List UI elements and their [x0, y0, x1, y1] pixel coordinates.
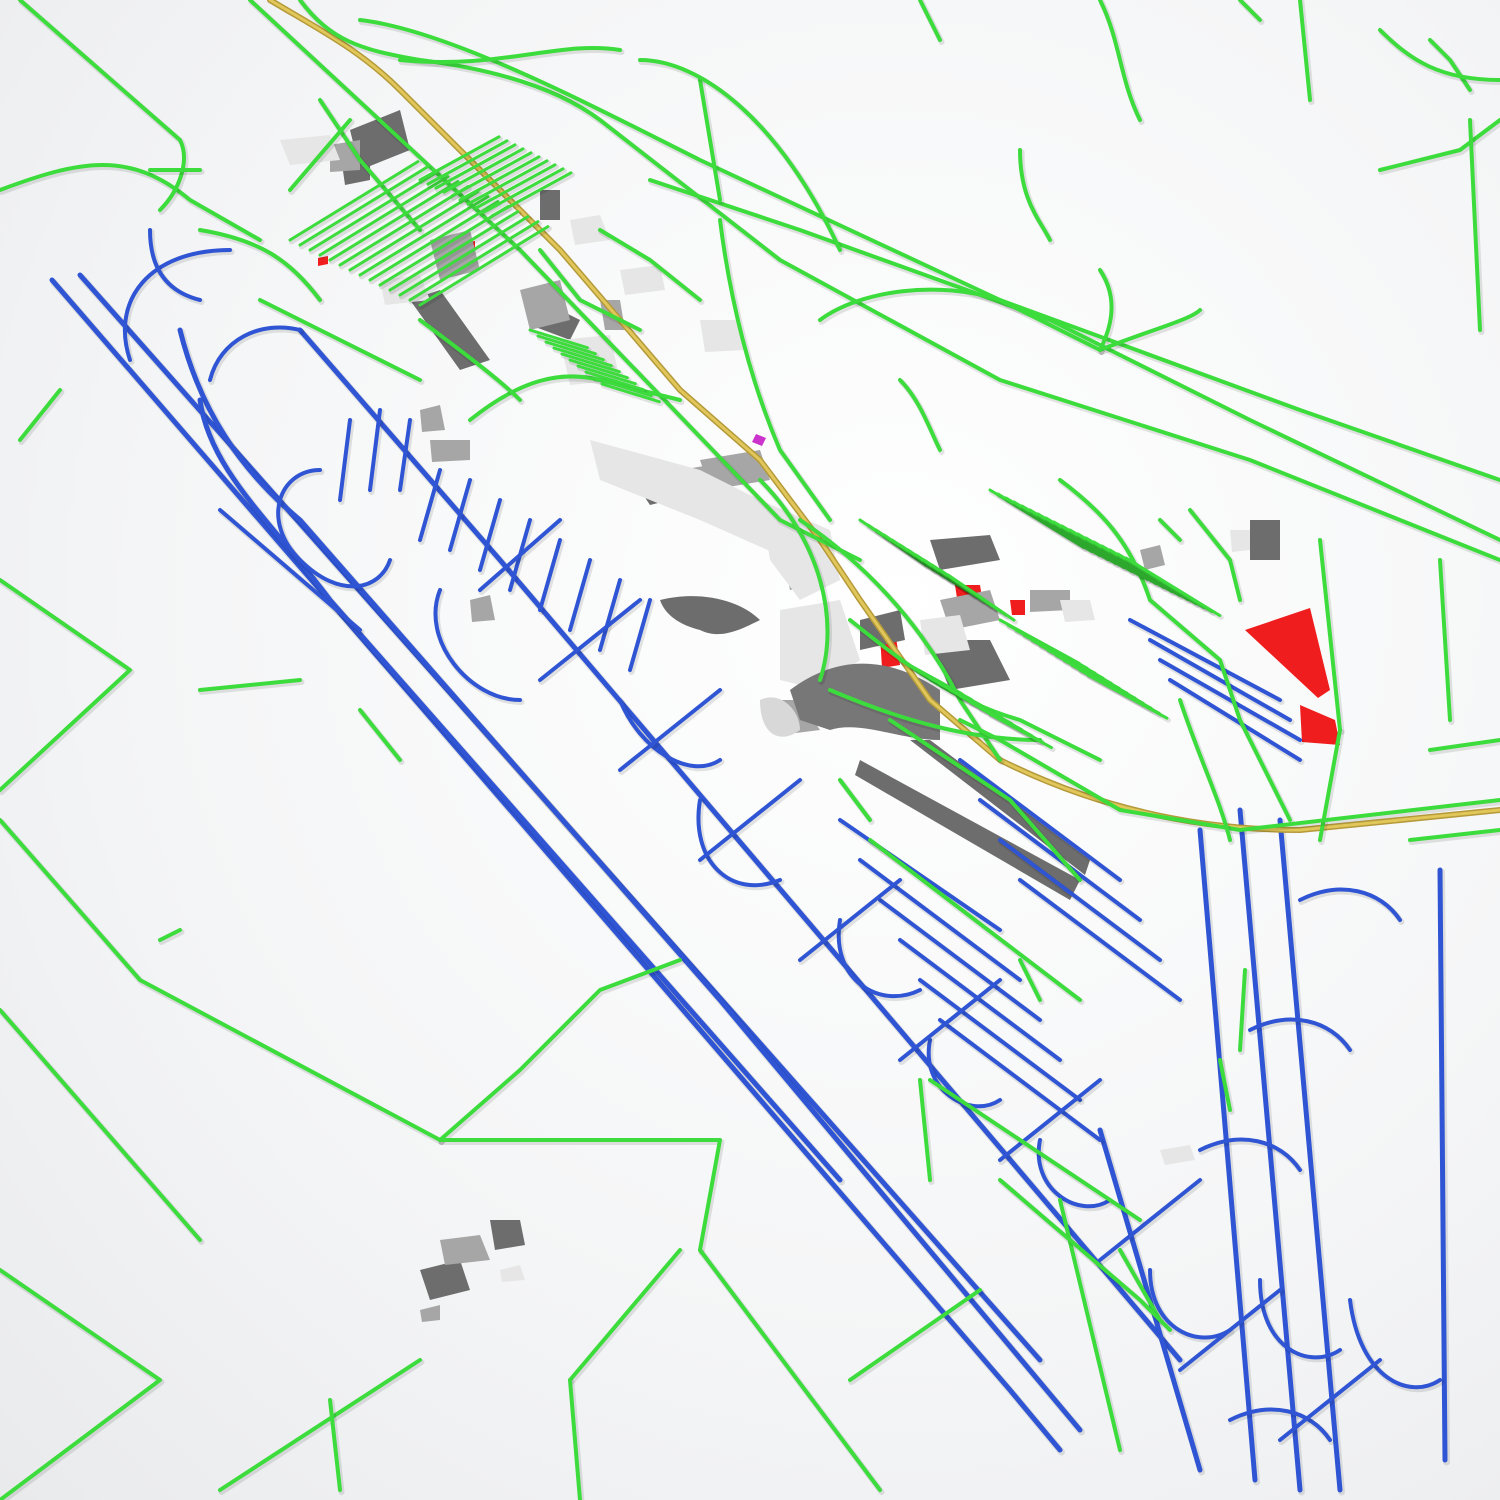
building-mid — [420, 405, 445, 432]
road-shadow — [298, 0, 1500, 565]
taxiway — [836, 918, 922, 999]
road — [698, 1248, 882, 1492]
taxiway — [858, 858, 1022, 982]
taxiway-shadow — [998, 1079, 1105, 1165]
map-canvas — [0, 0, 1500, 1500]
taxiway — [568, 558, 592, 632]
road — [0, 818, 442, 1142]
building-dark — [930, 535, 1000, 570]
road — [218, 1358, 422, 1492]
road — [1378, 28, 1500, 82]
taxiway-shadow — [208, 326, 305, 385]
taxiway-shadow — [798, 879, 905, 965]
building-light — [500, 1265, 525, 1282]
road — [1238, 0, 1262, 22]
airport-3d-map — [0, 0, 1500, 1500]
road — [0, 578, 132, 792]
road — [0, 1268, 162, 1500]
road-shadow — [218, 1359, 425, 1495]
taxiway — [598, 578, 622, 652]
building-dark — [410, 290, 490, 370]
road — [638, 58, 842, 252]
road — [438, 1138, 722, 1252]
taxiway — [998, 1078, 1102, 1162]
road — [568, 1248, 682, 1382]
highlight-area — [1245, 608, 1330, 698]
building-mid — [420, 1305, 440, 1322]
pier-building — [660, 596, 760, 635]
road — [1098, 0, 1142, 122]
road-shadow — [1378, 29, 1500, 85]
taxiway-layer — [49, 228, 1450, 1496]
road — [358, 708, 402, 762]
road — [918, 0, 942, 42]
road-shadow — [18, 389, 65, 445]
taxiway — [1018, 878, 1182, 1002]
road-shadow — [638, 59, 845, 255]
building-dark — [540, 190, 560, 220]
road — [0, 1008, 202, 1242]
taxiway — [538, 538, 562, 612]
highlight-area — [1300, 705, 1340, 745]
taxiway-shadow — [837, 919, 925, 1002]
taxiway — [177, 327, 1083, 1433]
road — [1378, 118, 1500, 172]
map-marker — [752, 434, 766, 446]
taxiway — [798, 878, 902, 962]
road-shadow — [1188, 509, 1245, 605]
road — [838, 778, 872, 822]
taxiway — [1197, 827, 1258, 1483]
building-light — [1160, 1145, 1195, 1165]
taxiway — [878, 898, 1042, 1022]
road — [1124, 556, 1222, 617]
building-mid — [1140, 545, 1165, 570]
highlight-area — [1010, 600, 1025, 615]
building-light — [1060, 600, 1095, 622]
road-shadow — [568, 1249, 685, 1385]
road-shadow — [0, 164, 265, 245]
road — [298, 0, 1500, 562]
road-shadow — [358, 19, 1500, 485]
taxiway — [1098, 1178, 1202, 1262]
taxiway — [938, 1018, 1102, 1142]
road-shadow — [438, 959, 685, 1145]
taxiway-shadow — [698, 779, 805, 865]
road-shadow — [0, 819, 445, 1145]
road-shadow — [438, 1139, 725, 1255]
taxiway — [1178, 1288, 1282, 1372]
road — [0, 163, 262, 242]
building-mid — [440, 1235, 490, 1265]
building-mid — [430, 440, 470, 462]
taxiway — [698, 778, 802, 862]
building-dark — [420, 1260, 470, 1300]
taxiway-shadow — [1178, 1289, 1285, 1375]
road — [18, 388, 62, 442]
road — [1158, 518, 1182, 542]
road-layer — [0, 0, 1500, 1500]
building-mid — [470, 595, 495, 622]
building-light — [1230, 530, 1250, 552]
road — [1086, 673, 1169, 720]
taxiway-shadow — [1148, 1269, 1235, 1343]
building-dark — [1250, 520, 1280, 560]
road-shadow — [0, 1269, 165, 1500]
road — [1318, 538, 1342, 732]
taxiway — [448, 478, 472, 552]
road — [698, 78, 722, 202]
building-light — [570, 215, 610, 245]
road — [258, 298, 422, 382]
building-dark — [490, 1220, 525, 1250]
